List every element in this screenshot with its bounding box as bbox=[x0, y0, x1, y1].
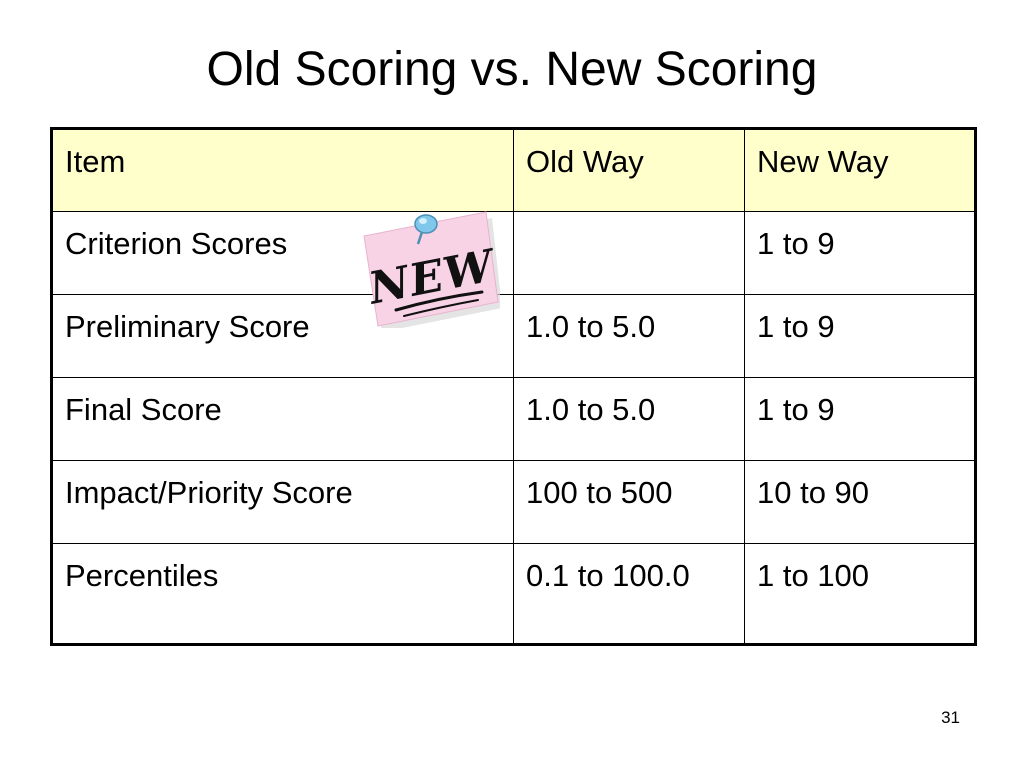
item-cell: Percentiles bbox=[51, 543, 514, 645]
item-cell: Final Score bbox=[51, 377, 514, 461]
new-way-cell: 10 to 90 bbox=[744, 460, 976, 544]
column-header-old-way: Old Way bbox=[513, 128, 745, 212]
old-way-cell: 1.0 to 5.0 bbox=[513, 377, 745, 461]
table-row: Impact/Priority Score 100 to 500 10 to 9… bbox=[51, 460, 976, 544]
old-way-cell: 0.1 to 100.0 bbox=[513, 543, 745, 645]
table-row: Final Score 1.0 to 5.0 1 to 9 bbox=[51, 377, 976, 461]
old-way-cell bbox=[513, 211, 745, 295]
old-way-cell: 1.0 to 5.0 bbox=[513, 294, 745, 378]
column-header-new-way: New Way bbox=[744, 128, 976, 212]
new-way-cell: 1 to 9 bbox=[744, 211, 976, 295]
table-header-row: Item Old Way New Way bbox=[51, 128, 976, 212]
table-row: Percentiles 0.1 to 100.0 1 to 100 bbox=[51, 543, 976, 645]
table-row: Criterion Scores 1 to 9 bbox=[51, 211, 976, 295]
column-header-item: Item bbox=[51, 128, 514, 212]
new-way-cell: 1 to 100 bbox=[744, 543, 976, 645]
scoring-comparison-table: Item Old Way New Way Criterion Scores 1 … bbox=[50, 127, 977, 646]
table-row: Preliminary Score 1.0 to 5.0 1 to 9 bbox=[51, 294, 976, 378]
page-number: 31 bbox=[941, 708, 960, 727]
slide: Old Scoring vs. New Scoring Item Old Way… bbox=[0, 0, 1024, 768]
new-way-cell: 1 to 9 bbox=[744, 294, 976, 378]
old-way-cell: 100 to 500 bbox=[513, 460, 745, 544]
slide-title: Old Scoring vs. New Scoring bbox=[206, 43, 818, 96]
item-cell: Impact/Priority Score bbox=[51, 460, 514, 544]
new-sticky-note: NEW bbox=[363, 211, 500, 328]
new-way-cell: 1 to 9 bbox=[744, 377, 976, 461]
